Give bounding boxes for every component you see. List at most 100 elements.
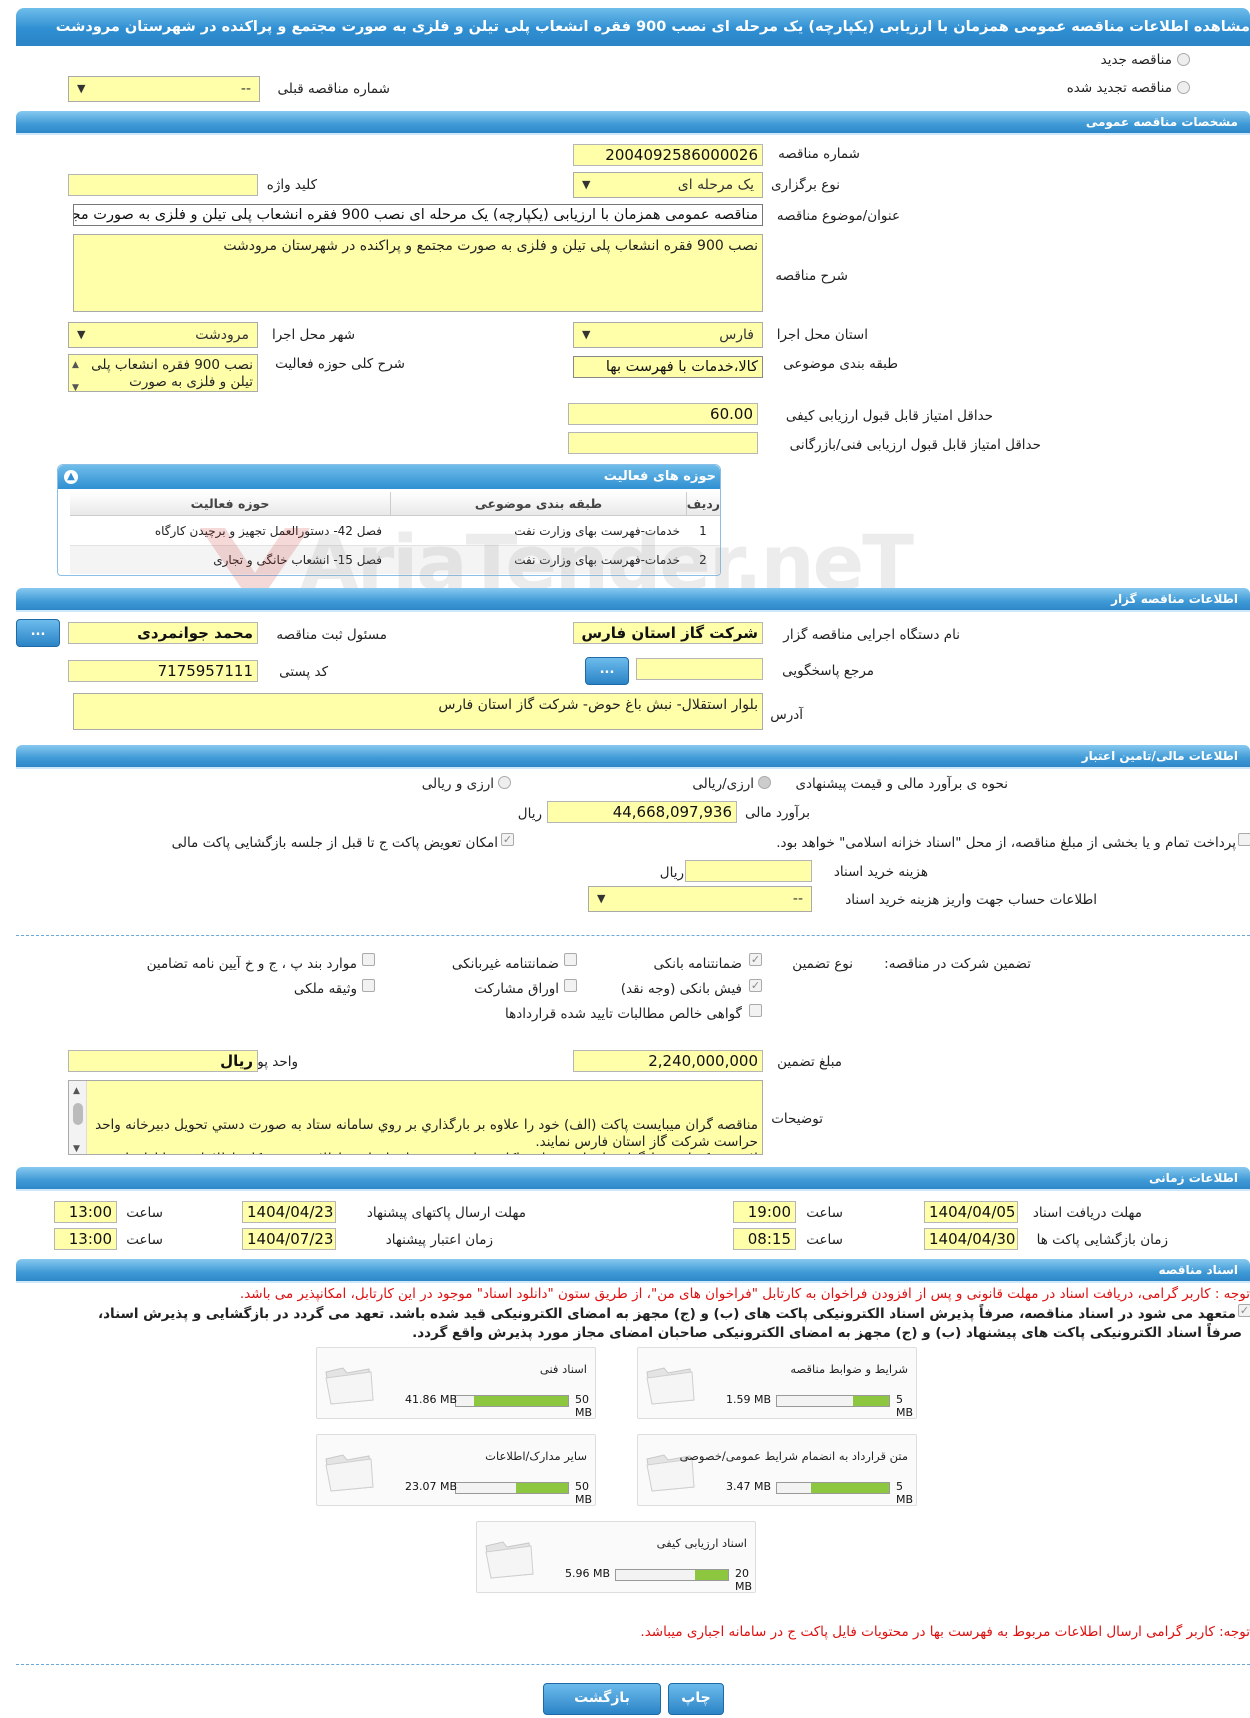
doc-name: اسناد ارزیابی کیفی bbox=[656, 1536, 747, 1550]
province-select[interactable]: فارس ▼ bbox=[573, 322, 763, 348]
new-tender-radio[interactable] bbox=[1177, 53, 1190, 66]
account-value: -- bbox=[792, 891, 803, 907]
send-date-field: 1404/04/23 bbox=[242, 1201, 336, 1223]
valid-label: زمان اعتبار پیشنهاد bbox=[385, 1232, 493, 1248]
swap-checkbox[interactable]: ✓ bbox=[501, 833, 514, 846]
open-time-field: 08:15 bbox=[733, 1228, 796, 1250]
table-row[interactable]: 1 خدمات-فهرست بهای وزارت نفت فصل 42- دست… bbox=[70, 517, 720, 546]
tender-number-label: شماره مناقصه bbox=[778, 146, 860, 162]
type-select[interactable]: یک مرحله ای ▼ bbox=[573, 172, 763, 198]
g-bonds-label: اوراق مشارکت bbox=[474, 981, 559, 997]
row-number: 1 bbox=[699, 524, 707, 538]
doc-name: اسناد فنی bbox=[539, 1362, 587, 1376]
section-organizer: اطلاعات مناقصه گزار bbox=[16, 588, 1250, 610]
doc-size: 23.07 MB bbox=[405, 1480, 458, 1493]
doc-card[interactable]: سایر مدارک/اطلاعات 23.07 MB 50 MB bbox=[316, 1434, 596, 1506]
g-claims-checkbox[interactable] bbox=[749, 1004, 762, 1017]
g-check-checkbox[interactable]: ✓ bbox=[749, 979, 762, 992]
activities-table-header: ردیف طبقه بندی موضوعی حوزه فعالیت bbox=[70, 492, 720, 516]
doc-size: 3.47 MB bbox=[726, 1480, 772, 1493]
city-select[interactable]: مرودشت ▼ bbox=[68, 322, 258, 348]
prev-number-select[interactable]: -- ▼ bbox=[68, 76, 260, 102]
docs-note-2: توجه: کاربر گرامی ارسال اطلاعات مربوط به… bbox=[640, 1624, 1250, 1640]
section-financial: اطلاعات مالی/تامین اعتبار bbox=[16, 745, 1250, 767]
rial-radio[interactable] bbox=[758, 776, 771, 789]
valid-time-label: ساعت bbox=[126, 1232, 163, 1248]
col-field: حوزه فعالیت bbox=[190, 496, 270, 511]
org-label: نام دستگاه اجرایی مناقصه گزار bbox=[783, 627, 960, 643]
g-items-checkbox[interactable] bbox=[362, 953, 375, 966]
notes-scrollbar[interactable]: ▲ ▼ bbox=[69, 1081, 87, 1154]
postal-field: 7175957111 bbox=[68, 660, 258, 682]
scroll-thumb[interactable] bbox=[73, 1103, 83, 1125]
section-timing-title: اطلاعات زمانی bbox=[1149, 1171, 1238, 1185]
commit-text-2: صرفاً اسناد الکترونیکی پاکت های پیشنهاد … bbox=[412, 1325, 1242, 1341]
postal-label: کد پستی bbox=[279, 664, 328, 680]
send-time-label: ساعت bbox=[126, 1205, 163, 1221]
account-select[interactable]: -- ▼ bbox=[588, 886, 812, 912]
resp-label: مسئول ثبت مناقصه bbox=[276, 627, 387, 643]
divider bbox=[16, 935, 1250, 936]
g-bank-label: ضمانتنامه بانکی bbox=[653, 956, 743, 972]
scroll-down-icon[interactable]: ▼ bbox=[72, 380, 79, 391]
folder-icon bbox=[325, 1454, 374, 1492]
ref-lookup-button[interactable]: ... bbox=[585, 657, 629, 685]
page-title: مشاهده اطلاعات مناقصه عمومی همزمان با ار… bbox=[55, 19, 1250, 35]
amount-field: 2,240,000,000 bbox=[573, 1050, 763, 1072]
desc-label: شرح مناقصه bbox=[775, 268, 848, 284]
chevron-down-icon: ▼ bbox=[77, 82, 86, 95]
progress-fill bbox=[853, 1396, 889, 1406]
send-label: مهلت ارسال پاکتهای پیشنهاد bbox=[366, 1205, 526, 1221]
doc-card[interactable]: اسناد فنی 41.86 MB 50 MB bbox=[316, 1347, 596, 1419]
commit-checkbox[interactable]: ✓ bbox=[1238, 1304, 1250, 1317]
progress-fill bbox=[694, 1570, 728, 1580]
estimate-label: برآورد مالی bbox=[744, 805, 810, 821]
g-nonbank-checkbox[interactable] bbox=[564, 953, 577, 966]
activities-panel: حوزه های فعالیت ▲ ردیف طبقه بندی موضوعی … bbox=[57, 464, 721, 576]
progress-bar bbox=[615, 1569, 729, 1581]
progress-bar bbox=[455, 1395, 569, 1407]
new-tender-label: مناقصه جدید bbox=[1100, 52, 1172, 68]
renewed-tender-label: مناقصه تجدید شده bbox=[1066, 80, 1172, 96]
currency-field: ریال bbox=[68, 1050, 258, 1072]
renewed-tender-radio[interactable] bbox=[1177, 81, 1190, 94]
doc-card[interactable]: اسناد ارزیابی کیفی 5.96 MB 20 MB bbox=[476, 1521, 756, 1593]
activity-desc-field: نصب 900 فقره انشعاب پلی تیلن و فلزی به ص… bbox=[68, 354, 258, 392]
scroll-up-icon[interactable]: ▲ bbox=[72, 357, 79, 374]
g-property-checkbox[interactable] bbox=[362, 979, 375, 992]
account-label: اطلاعات حساب جهت واریز هزینه خرید اسناد bbox=[845, 892, 1097, 908]
section-documents-title: اسناد مناقصه bbox=[1158, 1263, 1238, 1277]
prev-number-label: شماره مناقصه قبلی bbox=[277, 81, 390, 97]
address-label: آدرس bbox=[770, 707, 803, 723]
treasury-checkbox[interactable] bbox=[1238, 833, 1250, 846]
doc-card[interactable]: شرایط و ضوابط مناقصه 1.59 MB 5 MB bbox=[637, 1347, 917, 1419]
province-label: استان محل اجرا bbox=[776, 327, 868, 343]
scroll-down-icon[interactable]: ▼ bbox=[73, 1141, 80, 1154]
doc-max: 20 MB bbox=[735, 1567, 753, 1593]
section-general-title: مشخصات مناقصه عمومی bbox=[1085, 115, 1238, 129]
print-button[interactable]: چاپ bbox=[668, 1683, 724, 1715]
doc-name: سایر مدارک/اطلاعات bbox=[485, 1449, 587, 1463]
activities-header: حوزه های فعالیت bbox=[58, 465, 720, 489]
resp-lookup-button[interactable]: ... bbox=[16, 619, 60, 647]
g-bonds-checkbox[interactable] bbox=[564, 979, 577, 992]
doc-size: 41.86 MB bbox=[405, 1393, 458, 1406]
back-button[interactable]: بازگشت bbox=[543, 1683, 661, 1715]
row-field: فصل 15- انشعاب خانگی و تجاری bbox=[213, 553, 382, 567]
rial-and-radio[interactable] bbox=[498, 776, 511, 789]
doc-name: شرایط و ضوابط مناقصه bbox=[790, 1362, 908, 1376]
type-label: نوع برگزاری bbox=[771, 177, 840, 193]
receive-time-field: 19:00 bbox=[733, 1201, 796, 1223]
keyword-field bbox=[68, 174, 258, 196]
subject-field: مناقصه عمومی همزمان با ارزیابی (یکپارچه)… bbox=[73, 204, 763, 226]
table-row[interactable]: 2 خدمات-فهرست بهای وزارت نفت فصل 15- انش… bbox=[70, 546, 720, 574]
folder-icon bbox=[485, 1541, 534, 1579]
collapse-icon[interactable]: ▲ bbox=[64, 470, 78, 484]
rial-and-label: ارزی و ریالی bbox=[421, 776, 494, 792]
row-category: خدمات-فهرست بهای وزارت نفت bbox=[514, 524, 680, 538]
doc-name: متن قرارداد به انضمام شرایط عمومی/خصوصی bbox=[679, 1449, 908, 1463]
doc-card[interactable]: متن قرارداد به انضمام شرایط عمومی/خصوصی … bbox=[637, 1434, 917, 1506]
scroll-up-icon[interactable]: ▲ bbox=[73, 1083, 80, 1100]
g-bank-checkbox[interactable]: ✓ bbox=[749, 953, 762, 966]
valid-time-field: 13:00 bbox=[54, 1228, 117, 1250]
